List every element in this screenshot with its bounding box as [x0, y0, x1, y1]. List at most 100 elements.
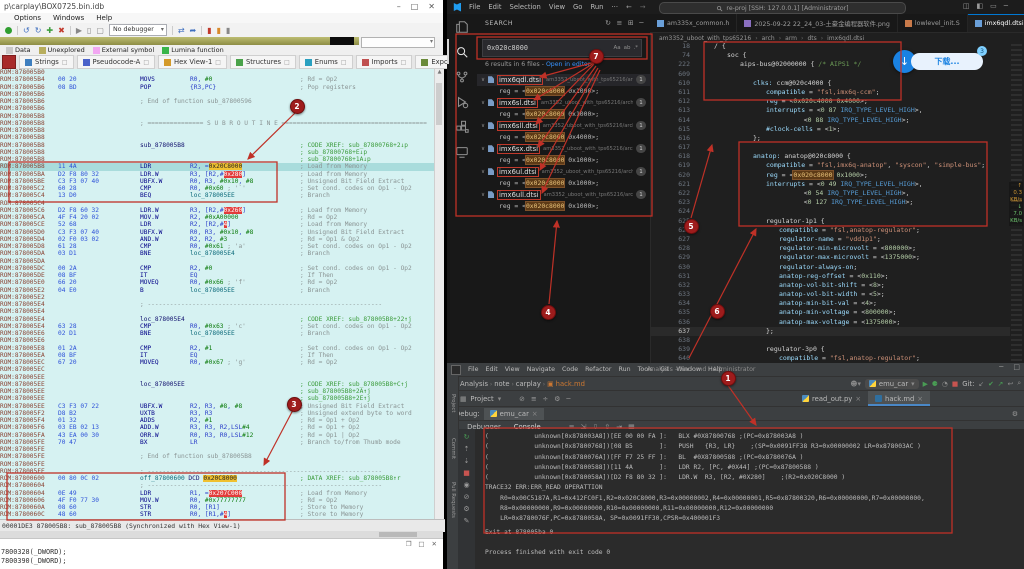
ida-output-window[interactable]: ❐ □ ✕ 7800328(_DWORD); 7800390(_DWORD);	[0, 538, 443, 569]
asm-row[interactable]: ROM:878005B6	[0, 105, 434, 112]
expand-icon[interactable]: ≡	[531, 395, 537, 403]
breadcrumb-item[interactable]: carplay	[516, 380, 541, 388]
user-icon[interactable]: ☻▾	[850, 380, 861, 388]
code-line[interactable]: 618anatop: anatop@020c8000 {	[650, 152, 1010, 161]
asm-row[interactable]: ROM:878005CA4F F4 20 02MOV.WR2, #0xA0000…	[0, 214, 434, 221]
breadcrumb-item[interactable]: ▣ hack.md	[547, 380, 585, 388]
asm-row[interactable]: ROM:878005E4; --------------------------…	[0, 301, 434, 308]
run-config-select[interactable]: emu_car▾	[865, 379, 919, 389]
search-result-file[interactable]: ∨imx6sx.dtsiam3352_uboot_with_tps65216/a…	[477, 143, 650, 155]
nav-back-icon[interactable]: ←	[626, 3, 632, 11]
editor-tab-2025-09-22-22_24_03-png[interactable]: 2025-09-22 22_24_03-土豪金编程器软件.png	[737, 14, 898, 32]
tab-hex-view-1[interactable]: Hex View-1□	[158, 55, 227, 69]
breadcrumb-item[interactable]: note	[494, 380, 509, 388]
view-breakpoints-icon[interactable]: ◉	[463, 481, 469, 489]
asm-row[interactable]: ROM:878005E204 E0Bloc_878005EE; Branch	[0, 287, 434, 294]
search-result-match[interactable]: reg = <0x020c8000 0x4000>;	[477, 132, 650, 144]
code-line[interactable]: 613interrupts = <0 87 IRQ_TYPE_LEVEL_HIG…	[650, 106, 1010, 115]
open-in-editor-link[interactable]: Open in editor	[546, 61, 590, 68]
code-line[interactable]: 626compatible = "fsl,anatop-regulator";	[650, 226, 1010, 235]
match-case-icon[interactable]: Aa	[613, 45, 620, 51]
asm-row[interactable]: ROM:878005E4loc_878005E4; CODE XREF: sub…	[0, 316, 434, 323]
settings-icon[interactable]: ⚙	[463, 505, 469, 513]
tab-ida-view[interactable]	[2, 55, 16, 69]
toggle-sidebar-icon[interactable]: ◧	[977, 2, 984, 10]
ida-disassembly-listing[interactable]: ROM:878005B0ROM:878005B400 20MOVSR0, #0;…	[0, 69, 434, 519]
asm-row[interactable]: ROM:878005C260 28CMPR0, #0x60 ; '`'; Set…	[0, 185, 434, 192]
search-result-file[interactable]: ∨imx6sll.dtsiam3352_uboot_with_tps65216/…	[477, 120, 650, 132]
select-opened-file-icon[interactable]: ⊘	[519, 395, 525, 403]
download-popup[interactable]: ↓ 下载... 3	[893, 50, 985, 75]
asm-row[interactable]: ROM:878005F603 EB 02 13ADD.WR3, R3, R2,L…	[0, 424, 434, 431]
code-line[interactable]: 611compatible = "fsl,imx6q-ccm";	[650, 88, 1010, 97]
menu-item-options[interactable]: Options	[14, 14, 41, 22]
code-line[interactable]: 622<0 54 IRQ_TYPE_LEVEL_HIGH>,	[650, 189, 1010, 198]
pause-icon[interactable]: ▯	[87, 26, 91, 35]
code-line[interactable]: 625regulator-1p1 {	[650, 217, 1010, 226]
trace-icon[interactable]: ➦	[190, 26, 197, 35]
code-line[interactable]: 631anatop-reg-offset = <0x110>;	[650, 272, 1010, 281]
tab-strings[interactable]: Strings□	[19, 55, 74, 69]
search-result-match[interactable]: reg = <0x020c8000 0x1000>;	[477, 109, 650, 121]
asm-row[interactable]: ROM:878005E4	[0, 308, 434, 315]
history-icon[interactable]: ↩	[1007, 380, 1013, 388]
code-line[interactable]: 640compatible = "fsl,anatop-regulator";	[650, 354, 1010, 363]
mute-breakpoints-icon[interactable]: ⊘	[464, 493, 470, 501]
minimize-icon[interactable]: ─	[999, 363, 1003, 371]
code-line[interactable]: 635anatop-min-voltage = <800000>;	[650, 308, 1010, 317]
search-everywhere-icon[interactable]: ⌕	[1017, 379, 1021, 388]
asm-row[interactable]: ROM:8780060A08 60STRR0, [R1]; Store to M…	[0, 504, 434, 511]
flag-orange-icon[interactable]: ▮	[217, 26, 221, 35]
asm-row[interactable]: ROM:878005D0C3 F3 07 40UBFX.WR0, R3, #0x…	[0, 229, 434, 236]
settings-icon[interactable]: ⚙	[554, 395, 560, 403]
search-result-match[interactable]: reg = <0x020c8000 0x1000>;	[477, 86, 650, 98]
step-icon[interactable]: ⇄	[178, 26, 185, 35]
asm-row[interactable]: ROM:878005C4	[0, 200, 434, 207]
asm-row[interactable]: ROM:878006040E 49LDRR1, =0x207C000; Load…	[0, 490, 434, 497]
intellij-breadcrumb[interactable]: Analysis › note › carplay › ▣ hack.md ☻▾…	[447, 377, 1024, 391]
resume-icon[interactable]: ⇡	[464, 445, 470, 453]
tab-pseudocode-a[interactable]: Pseudocode-A□	[77, 55, 156, 69]
nav-forward-icon[interactable]: →	[640, 3, 646, 11]
listing-scrollbar[interactable]: ▲	[434, 69, 444, 519]
asm-row[interactable]: ROM:878005E463 28CMPR0, #0x63 ; 'c'; Set…	[0, 323, 434, 330]
stop-icon[interactable]: ▢	[96, 26, 104, 35]
asm-row[interactable]: ROM:878005B8; =============== S U B R O …	[0, 120, 434, 127]
maximize-icon[interactable]: □	[411, 2, 419, 11]
code-line[interactable]: 612reg = <0x020c4000 0x4000>;	[650, 97, 1010, 106]
close-icon[interactable]: ×	[532, 410, 538, 418]
remote-explorer-icon[interactable]	[447, 139, 477, 164]
toggle-panel-icon[interactable]: ◫	[963, 2, 970, 10]
menu-item-help[interactable]: Help	[96, 14, 112, 22]
code-line[interactable]: 628regulator-min-microvolt = <800000>;	[650, 244, 1010, 253]
asm-row[interactable]: ROM:878005BAD2 F8 80 32LDR.WR3, [R2,#0x2…	[0, 171, 434, 178]
asm-row[interactable]: ROM:878005B811 4ALDRR2, =0x20C8000; Load…	[0, 163, 434, 170]
menu-item-view[interactable]: View	[549, 3, 565, 11]
code-line[interactable]: 617	[650, 143, 1010, 152]
asm-row[interactable]: ROM:878005E6	[0, 337, 434, 344]
add-icon[interactable]: ✚	[46, 26, 53, 35]
asm-row[interactable]: ROM:878005FE	[0, 461, 434, 468]
undo-icon[interactable]: ↺	[23, 26, 30, 35]
code-line[interactable]: 639regulator-3p0 {	[650, 345, 1010, 354]
code-line[interactable]: 630regulator-always-on;	[650, 263, 1010, 272]
source-control-icon[interactable]	[447, 64, 477, 89]
breadcrumb-item[interactable]: imx6qdl.dtsi	[827, 35, 864, 42]
asm-row[interactable]: ROM:878005EA08 BFITEQ; If Then	[0, 352, 434, 359]
restore-icon[interactable]: ❐	[406, 540, 412, 548]
run-button[interactable]: ▶	[923, 380, 928, 388]
asm-row[interactable]: ROM:878005B608 BDPOP{R3,PC}; Pop registe…	[0, 84, 434, 91]
tab-structures[interactable]: Structures□	[230, 55, 296, 69]
code-line[interactable]: 624	[650, 207, 1010, 216]
collapse-icon[interactable]: ÷	[543, 395, 549, 403]
maximize-icon[interactable]: □	[418, 540, 424, 548]
vscode-titlebar[interactable]: FileEditSelectionViewGoRun··· ← → re-pro…	[447, 0, 1024, 14]
asm-row[interactable]: ROM:878005D402 F0 03 02AND.WR2, R2, #3; …	[0, 236, 434, 243]
run-icon[interactable]: ▶	[76, 26, 82, 35]
profiler-icon[interactable]: ◔	[942, 380, 948, 388]
editor-tab-read_out-py[interactable]: read_out.py×	[795, 391, 868, 406]
asm-row[interactable]: ROM:878005B0	[0, 69, 434, 76]
pause-icon[interactable]: ⇣	[464, 457, 470, 465]
menu-item-run[interactable]: Run	[619, 366, 631, 373]
asm-row[interactable]: ROM:878005B400 20MOVSR0, #0; Rd = Op2	[0, 76, 434, 83]
